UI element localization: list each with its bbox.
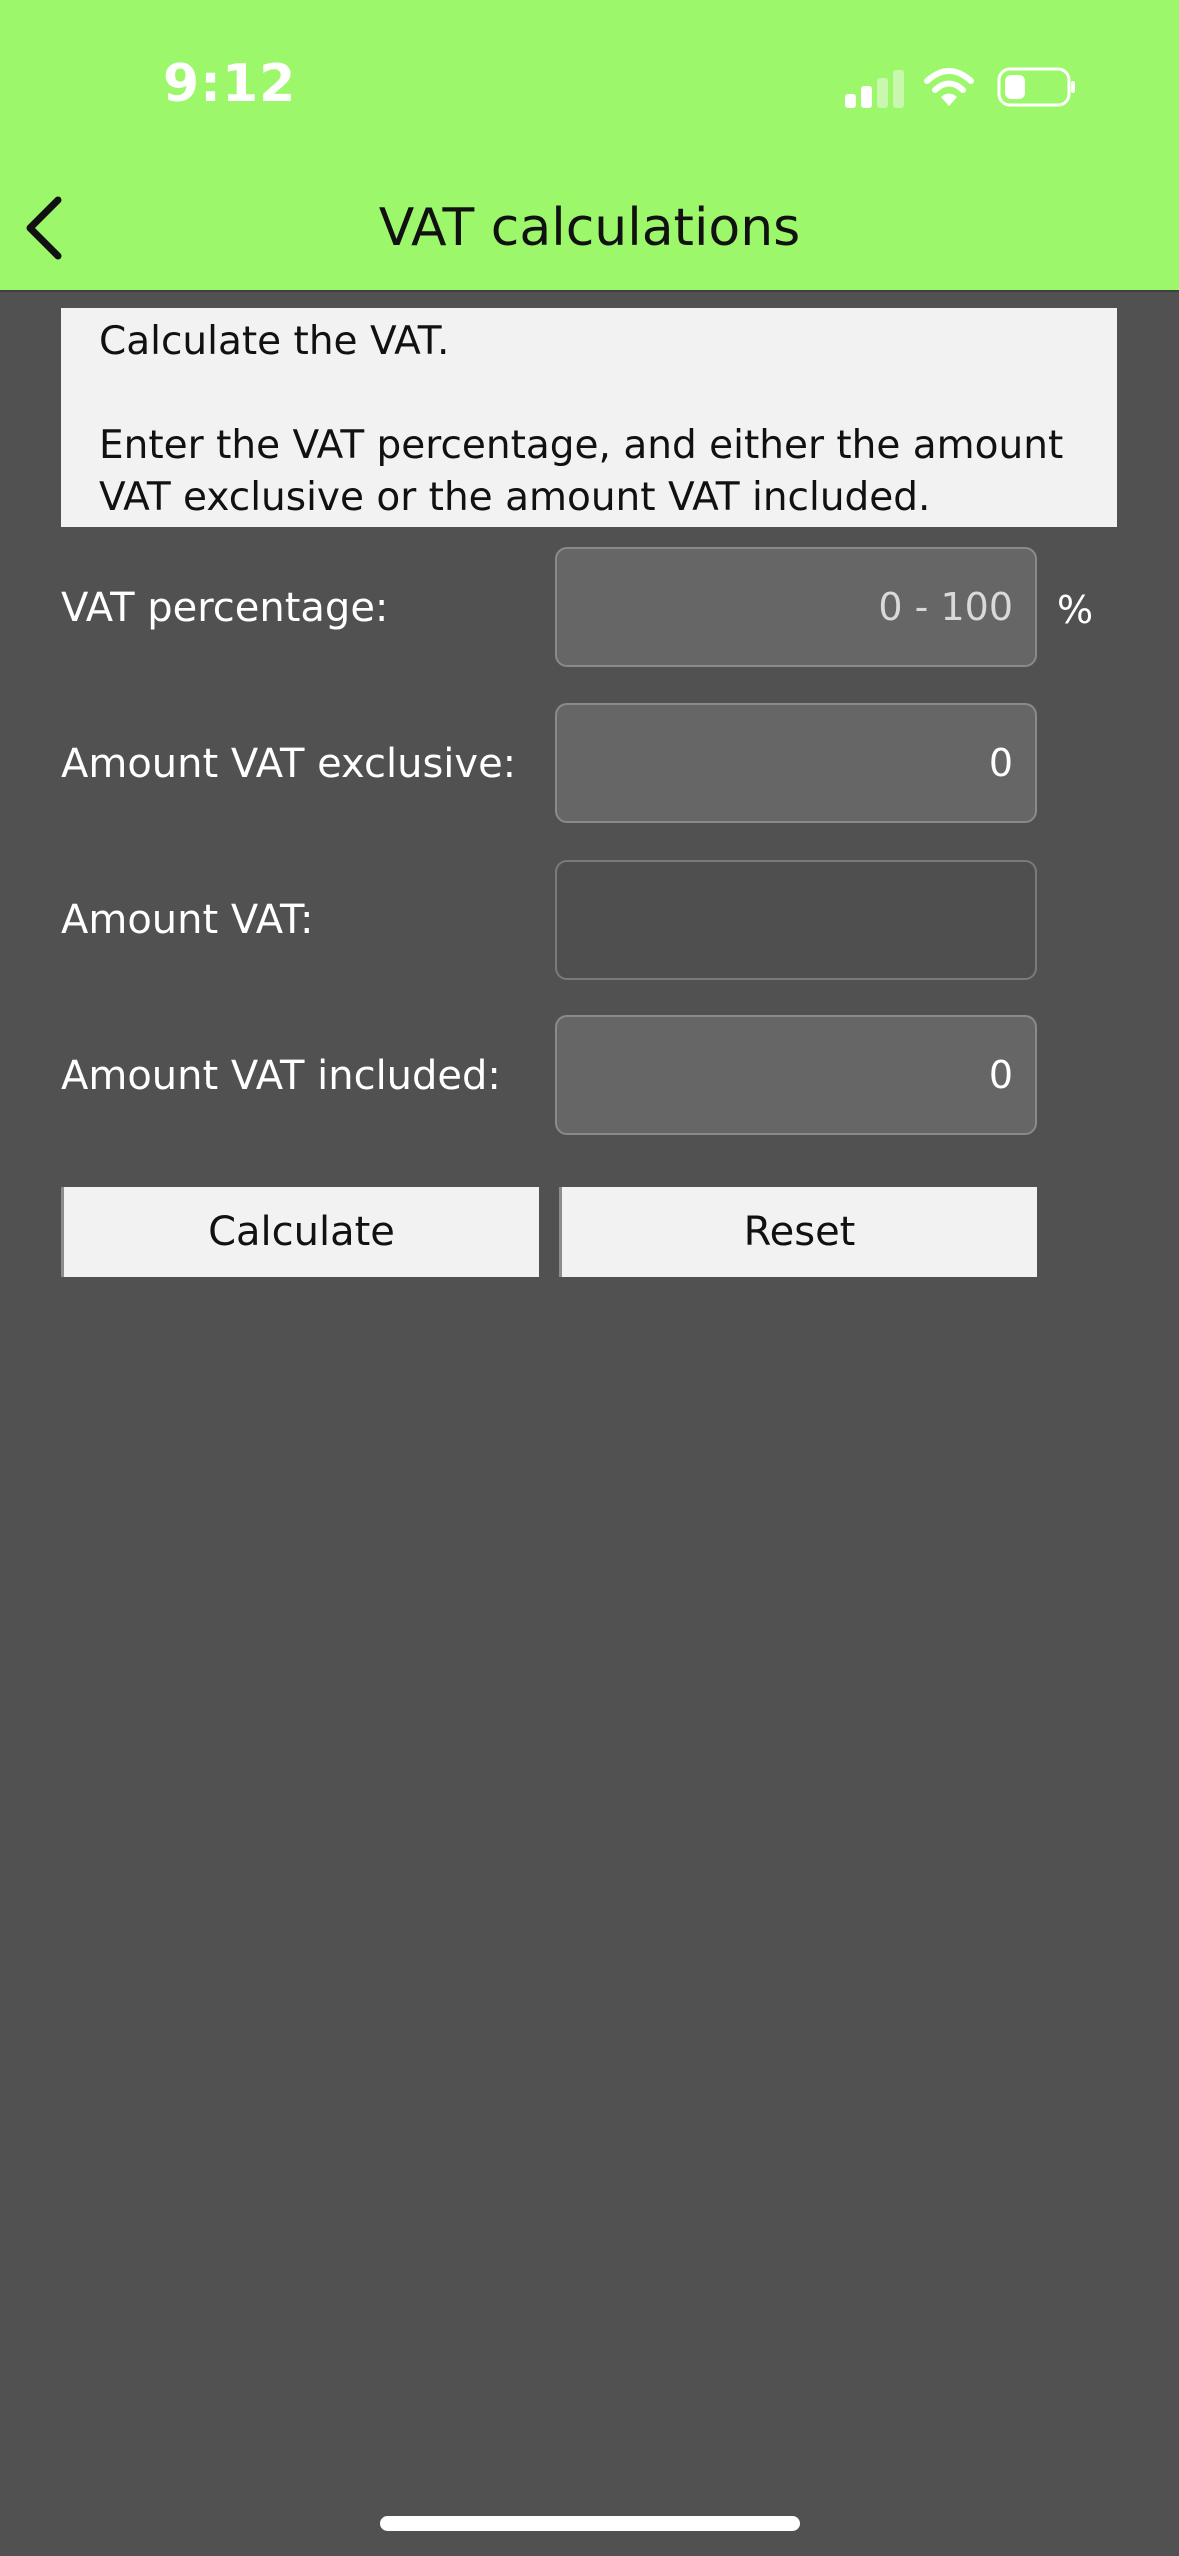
app-header: 9:12 VAT calculations	[0, 0, 1179, 292]
page-title: VAT calculations	[378, 198, 801, 258]
vat-percentage-input[interactable]	[555, 547, 1037, 667]
percent-unit: %	[1057, 588, 1094, 632]
instructions-box: Calculate the VAT. Enter the VAT percent…	[61, 308, 1117, 527]
amount-included-input[interactable]	[555, 1015, 1037, 1135]
calculate-button[interactable]: Calculate	[61, 1187, 539, 1277]
amount-vat-output	[555, 860, 1037, 980]
wifi-icon	[924, 68, 974, 106]
amount-vat-label: Amount VAT:	[61, 897, 314, 943]
vat-percentage-label: VAT percentage:	[61, 585, 389, 631]
instructions-line-2: Enter the VAT percentage, and either the…	[99, 423, 1064, 520]
amount-included-label: Amount VAT included:	[61, 1053, 501, 1099]
battery-icon	[997, 67, 1075, 107]
home-indicator	[380, 2516, 800, 2531]
cellular-signal-icon	[845, 70, 905, 108]
amount-exclusive-label: Amount VAT exclusive:	[61, 741, 517, 787]
status-time: 9:12	[163, 54, 297, 114]
instructions-line-1: Calculate the VAT.	[99, 319, 450, 364]
amount-exclusive-input[interactable]	[555, 703, 1037, 823]
reset-button[interactable]: Reset	[559, 1187, 1037, 1277]
